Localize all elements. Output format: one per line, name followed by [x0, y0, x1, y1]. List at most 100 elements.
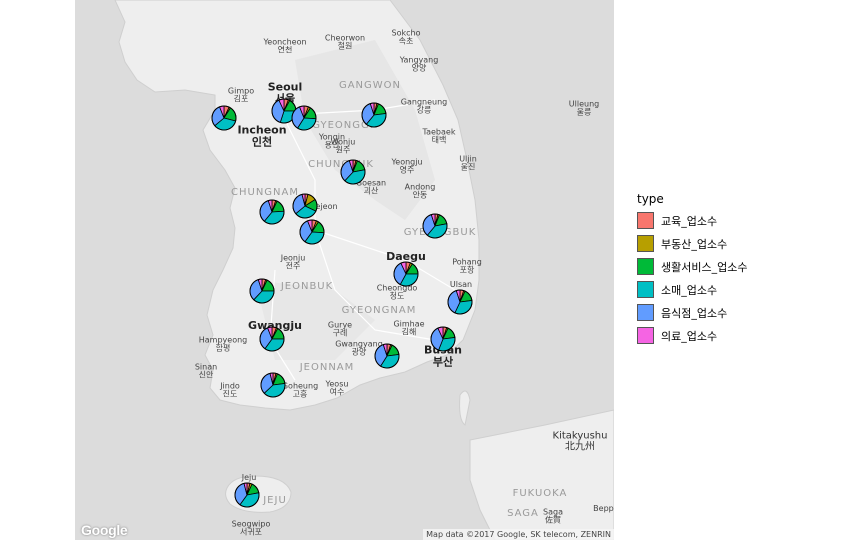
place-label-saga: Saga 佐賀	[543, 508, 563, 526]
place-label-ko: 속초	[398, 37, 414, 46]
place-label-ko: 울릉	[576, 108, 592, 117]
legend-item: 음식점_업소수	[637, 301, 747, 324]
place-label-jeonnam: JEONNAM	[299, 361, 355, 374]
place-label-ko: 신안	[198, 371, 214, 380]
pie-gwangju	[259, 326, 285, 352]
place-label-hampyeong: Hampyeong 함평	[199, 336, 248, 354]
place-label-uljin: Uljin 울진	[459, 155, 477, 173]
google-logo[interactable]: Google	[81, 522, 128, 538]
place-label-en: JEJU	[263, 494, 287, 506]
land-tsushima	[459, 390, 471, 426]
legend-swatch	[637, 304, 654, 321]
place-label-ulleung: Ulleung 울릉	[569, 100, 599, 118]
pie-chungbuk	[340, 159, 366, 185]
land-japan	[469, 409, 614, 540]
legend-items: 교육_업소수부동산_업소수생활서비스_업소수소매_업소수음식점_업소수의료_업소…	[637, 209, 747, 347]
place-label-ko: 김해	[401, 328, 417, 337]
place-label-ko: 포항	[459, 266, 475, 275]
legend-item: 소매_업소수	[637, 278, 747, 301]
place-label-ko: 구례	[332, 329, 348, 338]
place-label-ko: 여수	[329, 388, 345, 397]
place-label-incheon: Incheon 인천	[237, 124, 286, 147]
place-label-jeonju: Jeonju 전주	[281, 254, 306, 272]
place-label-ko: 佐賀	[545, 516, 561, 525]
place-label-ko: 괴산	[363, 187, 379, 196]
map-panel[interactable]: Yeoncheon 연천 Cheorwon 철원 Sokcho 속초 Yangyang 양양 G…	[75, 0, 614, 540]
place-label-jindo: Jindo 진도	[220, 382, 240, 400]
pie-jeonbuk	[249, 278, 275, 304]
pie-incheon	[211, 105, 237, 131]
place-label-ko: 서귀포	[239, 528, 263, 537]
place-label-yeosu: Yeosu 여수	[326, 380, 349, 398]
pie-gyeongnam	[374, 343, 400, 369]
place-label-gangneung: Gangneung 강릉	[401, 98, 447, 116]
pie-jeju	[234, 482, 260, 508]
place-label-kitakyushu: Kitakyushu 北九州	[552, 430, 608, 453]
map-attribution[interactable]: Map data ©2017 Google, SK telecom, ZENRI…	[423, 529, 614, 540]
place-label-ko: 고흥	[292, 390, 308, 399]
place-label-en: Seoul	[267, 80, 303, 94]
pie-daejeon	[299, 219, 325, 245]
pie-seoul-east	[291, 105, 317, 131]
legend-item: 교육_업소수	[637, 209, 747, 232]
place-label-goheung: Goheung 고흥	[282, 382, 318, 400]
place-label-en: JEONBUK	[280, 280, 334, 292]
place-label-ko: 영주	[399, 166, 415, 175]
legend-title: type	[637, 192, 664, 206]
place-label-pohang: Pohang 포항	[452, 258, 482, 276]
place-label-fukuoka: FUKUOKA	[512, 487, 568, 500]
legend-item: 부동산_업소수	[637, 232, 747, 255]
place-label-en: CHUNGNAM	[231, 186, 299, 198]
legend-label: 부동산_업소수	[661, 237, 728, 251]
legend-swatch	[637, 235, 654, 252]
place-label-en: Kitakyushu	[552, 430, 608, 442]
place-label-gangwon: GANGWON	[339, 80, 401, 92]
place-label-seogwipo: Seogwipo 서귀포	[232, 520, 271, 538]
place-label-ko: 양양	[411, 64, 427, 73]
pie-chungnam	[259, 199, 285, 225]
legend-swatch	[637, 327, 654, 344]
place-label-ko: 연천	[277, 46, 293, 55]
legend-label: 음식점_업소수	[661, 306, 728, 320]
place-label-en: FUKUOKA	[512, 487, 568, 499]
place-label-ko: 태백	[431, 136, 447, 145]
place-label-saga: SAGA	[507, 507, 539, 520]
pie-gyeongbuk	[422, 213, 448, 239]
place-label-ko: 울진	[460, 163, 476, 172]
pie-daegu	[393, 261, 419, 287]
place-label-andong: Andong 안동	[405, 183, 436, 201]
place-label-ko: 인천	[251, 135, 273, 148]
place-label-yeoncheon: Yeoncheon 연천	[263, 38, 306, 56]
legend-label: 소매_업소수	[661, 283, 718, 297]
legend-label: 교육_업소수	[661, 214, 718, 228]
place-label-ko: 안동	[412, 191, 428, 200]
place-label-en: JEONNAM	[299, 361, 355, 373]
legend-label: 생활서비스_업소수	[661, 260, 748, 274]
place-label-sokcho: Sokcho 속초	[392, 29, 421, 47]
place-label-sinan: Sinan 신안	[195, 363, 217, 381]
place-label-chungnam: CHUNGNAM	[231, 186, 299, 199]
place-label-ko: 함평	[215, 344, 231, 353]
place-label-ko: 강릉	[416, 106, 432, 115]
place-label-jeju: JEJU	[263, 494, 287, 507]
legend-item: 의료_업소수	[637, 324, 747, 347]
place-label-jeonbuk: JEONBUK	[280, 280, 334, 293]
legend-item: 생활서비스_업소수	[637, 255, 747, 278]
pie-sejong	[292, 193, 318, 219]
legend: type 교육_업소수부동산_업소수생활서비스_업소수소매_업소수음식점_업소수…	[637, 192, 747, 347]
place-label-beppu: Beppu	[593, 504, 614, 513]
place-label-ko: 청도	[389, 292, 405, 301]
place-label-en: SAGA	[507, 507, 539, 519]
legend-swatch	[637, 212, 654, 229]
place-label-gyeongnam: GYEONGNAM	[341, 304, 417, 317]
place-label-ko: 北九州	[565, 441, 595, 452]
place-label-wonju: Wonju 원주	[331, 138, 356, 156]
place-label-en: GYEONGNAM	[341, 304, 417, 316]
place-label-cheorwon: Cheorwon 철원	[325, 34, 365, 52]
pie-gangwon	[361, 102, 387, 128]
pie-ulsan	[447, 289, 473, 315]
place-label-ko: 원주	[335, 146, 351, 155]
place-label-gurye: Gurye 구례	[328, 321, 352, 339]
pie-busan	[430, 326, 456, 352]
place-label-gimhae: Gimhae 김해	[393, 320, 424, 338]
